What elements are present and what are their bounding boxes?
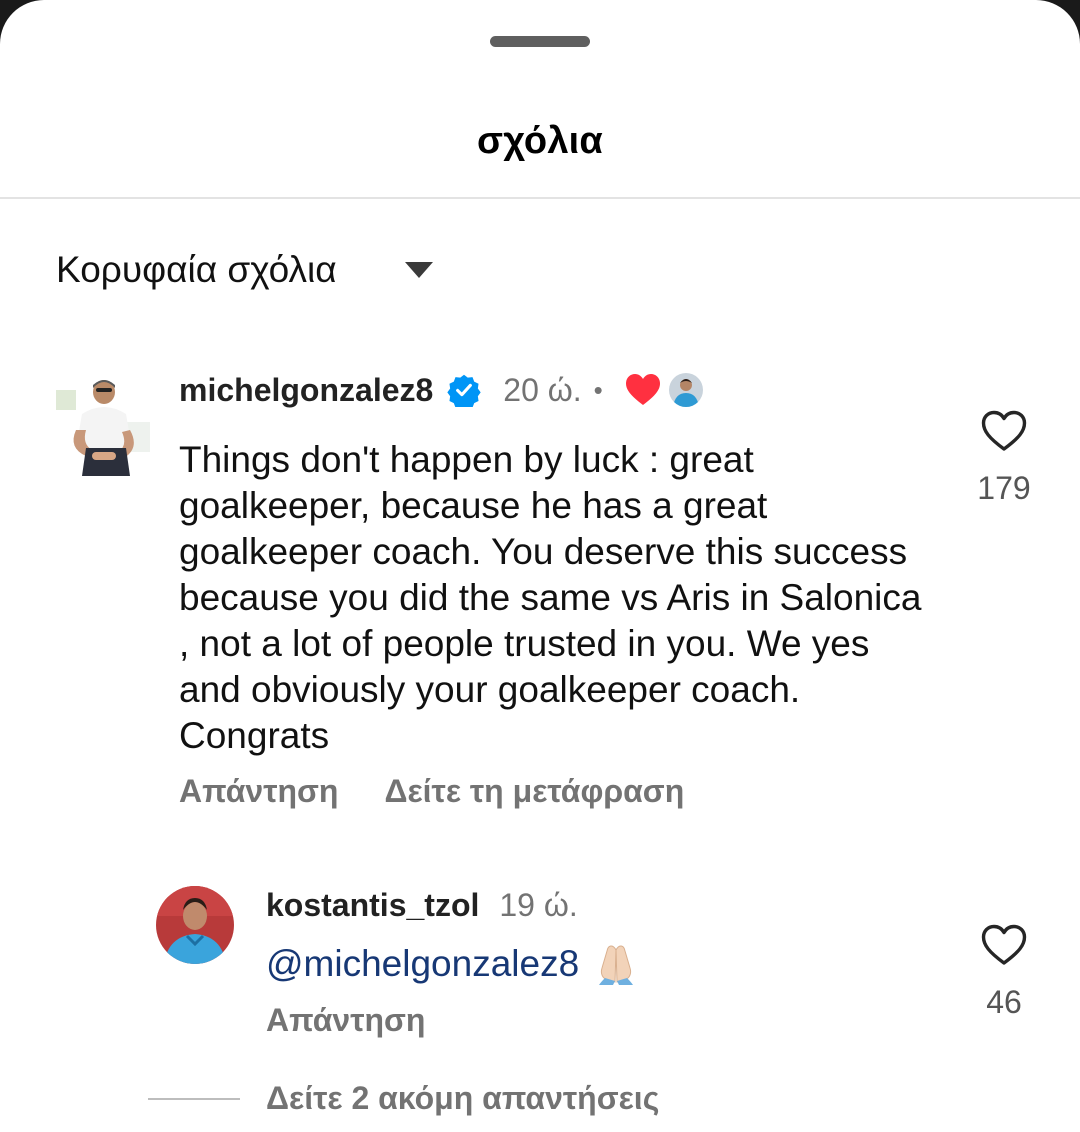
replies-divider-line (148, 1098, 240, 1100)
header-divider (0, 197, 1080, 199)
verified-badge-icon (447, 374, 481, 407)
sheet-title: σχόλια (477, 120, 603, 162)
reply-time: 19 ώ. (499, 886, 578, 923)
folded-hands-emoji (599, 945, 634, 985)
reply-button[interactable]: Απάντηση (179, 773, 338, 810)
see-translation-button[interactable]: Δείτε τη μετάφραση (384, 773, 684, 810)
comment-actions: Απάντηση Δείτε τη μετάφραση (179, 773, 684, 810)
heart-outline-icon[interactable] (981, 410, 1027, 452)
reply-text: @michelgonzalez8 (266, 942, 637, 986)
reply-actions: Απάντηση (266, 1002, 425, 1039)
drag-handle[interactable] (490, 36, 590, 47)
comment-like: 179 (962, 410, 1046, 507)
heart-reaction-icon (625, 374, 660, 405)
reply-avatar[interactable] (156, 886, 234, 964)
like-count: 179 (977, 470, 1031, 506)
mention-link[interactable]: @michelgonzalez8 (266, 943, 579, 985)
reply-username[interactable]: kostantis_tzol (266, 887, 479, 924)
avatar[interactable] (56, 370, 150, 476)
meta-separator: • (593, 374, 603, 405)
reply-header: kostantis_tzol 19 ώ. (266, 884, 578, 926)
comment-header: michelgonzalez8 20 ώ. • (179, 368, 703, 412)
like-count: 46 (986, 984, 1022, 1020)
view-more-replies-button[interactable]: Δείτε 2 ακόμη απαντήσεις (266, 1080, 659, 1117)
comment-time: 20 ώ. (503, 371, 582, 408)
author-liked-avatar (668, 373, 703, 407)
comment-text: Things don't happen by luck : great goal… (179, 439, 922, 756)
comments-sheet: σχόλια Κορυφαία σχόλια michelgonzalez8 2… (0, 0, 1080, 1132)
reply-like: 46 (962, 924, 1046, 1021)
comment-username[interactable]: michelgonzalez8 (179, 372, 433, 409)
sort-label: Κορυφαία σχόλια (56, 249, 337, 290)
chevron-down-icon (404, 262, 433, 278)
sort-dropdown[interactable]: Κορυφαία σχόλια (56, 248, 433, 292)
reply-button[interactable]: Απάντηση (266, 1002, 425, 1038)
heart-outline-icon[interactable] (981, 924, 1027, 966)
